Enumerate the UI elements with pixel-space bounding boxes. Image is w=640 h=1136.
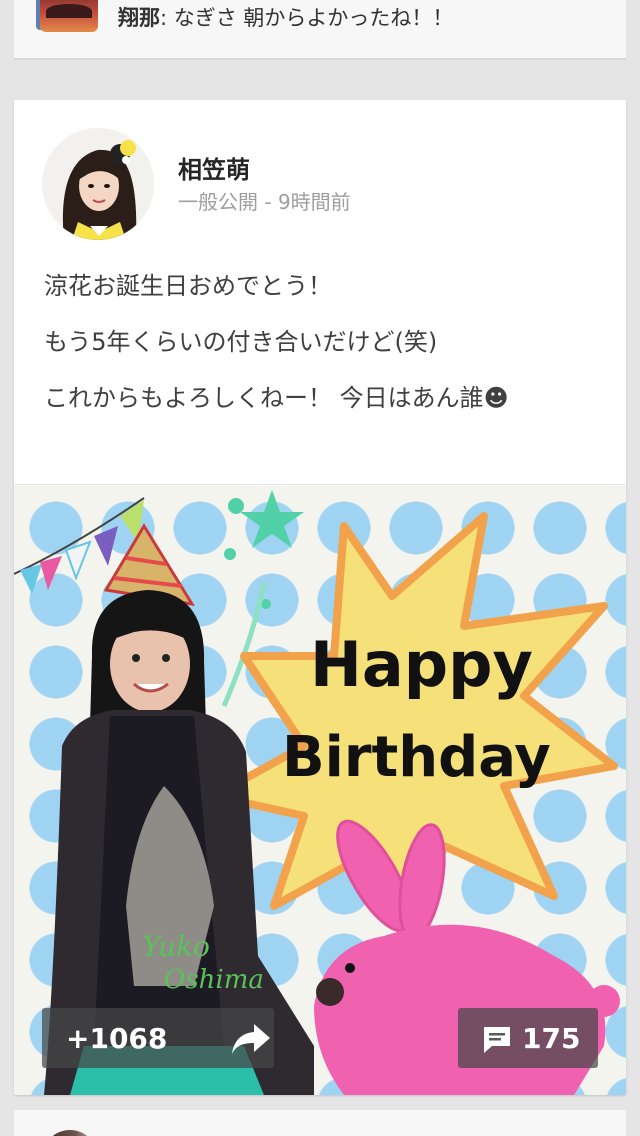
previous-post-card[interactable]: 翔那: なぎさ 朝からよかったね！！ [14, 0, 626, 60]
previous-post-snippet: 翔那: なぎさ 朝からよかったね！！ [118, 2, 453, 32]
author-name[interactable]: 相笠萌 [178, 150, 250, 185]
meta-separator: - [258, 190, 278, 214]
visibility-label: 一般公開 [178, 190, 258, 214]
divider [14, 484, 626, 485]
plus-one-button[interactable]: +1068 [42, 1008, 274, 1068]
thumbnail-landscape [46, 4, 92, 18]
previous-post-thumbnail[interactable] [40, 0, 98, 32]
shirt-text-line-2: Oshima [164, 965, 264, 995]
caption-line-2: Birthday [282, 725, 551, 790]
next-post-avatar[interactable] [42, 1130, 98, 1136]
previous-post-text: : なぎさ 朝からよかったね！！ [160, 6, 454, 30]
post-text: 涼花お誕生日おめでとう！ もう5年くらいの付き合いだけど(笑) これからもよろし… [44, 266, 604, 434]
shirt-text-line-1: Yuko [142, 930, 210, 963]
post-text-line: 涼花お誕生日おめでとう！ [44, 272, 332, 300]
next-post-card[interactable] [14, 1110, 626, 1136]
comment-count: 175 [522, 1022, 581, 1055]
previous-post-author[interactable]: 翔那 [118, 6, 160, 30]
post-time: 9時間前 [277, 190, 351, 214]
post-image[interactable]: Happy Birthday Yuko Oshima +1068 175 [14, 486, 626, 1095]
plus-one-count: +1068 [66, 1022, 168, 1055]
post-text-line: これからもよろしくねー！ 今日はあん誰☻ [44, 384, 509, 412]
share-arrow-icon[interactable] [230, 1022, 272, 1056]
author-avatar[interactable] [42, 128, 154, 240]
post-card[interactable]: 相笠萌 一般公開 - 9時間前 涼花お誕生日おめでとう！ もう5年くらいの付き合… [14, 100, 626, 1095]
comment-bubble-icon [482, 1025, 512, 1055]
caption-line-1: Happy [310, 628, 533, 701]
birthday-illustration: Happy Birthday Yuko Oshima [14, 490, 620, 1095]
stream-page: 翔那: なぎさ 朝からよかったね！！ 相笠萌 一般公開 - 9時間前 涼花お誕生… [0, 0, 640, 1136]
comments-button[interactable]: 175 [458, 1008, 598, 1068]
post-meta: 一般公開 - 9時間前 [178, 186, 351, 215]
post-text-line: もう5年くらいの付き合いだけど(笑) [44, 328, 438, 356]
avatar-portrait [42, 128, 154, 240]
